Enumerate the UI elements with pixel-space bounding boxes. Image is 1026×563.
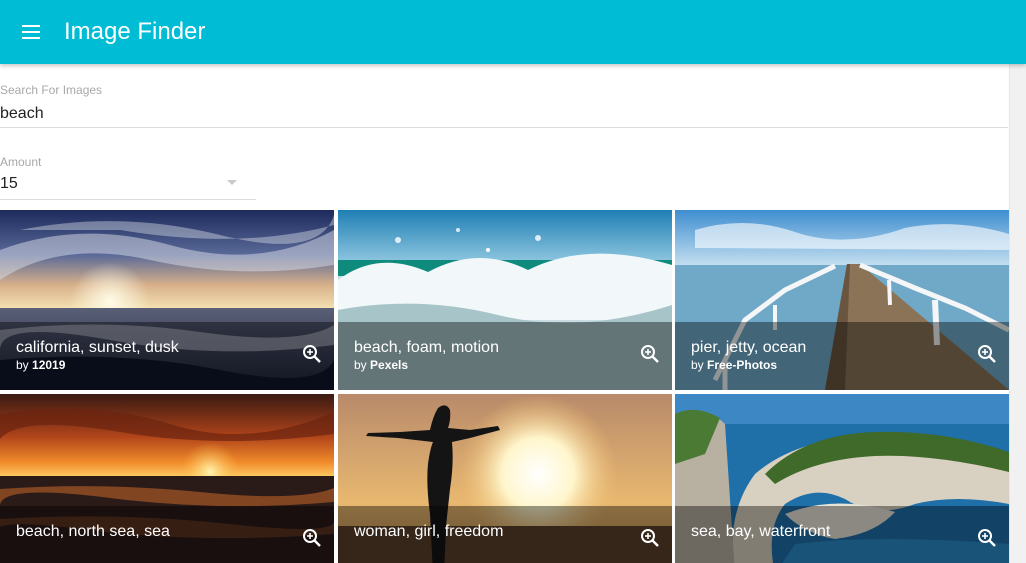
main-content: Search For Images Amount 15: [0, 64, 1026, 563]
image-tile[interactable]: beach, north sea, sea: [0, 394, 334, 563]
tile-tags: beach, foam, motion: [354, 339, 499, 356]
tile-info-bar: beach, foam, motion by Pexels: [338, 322, 672, 390]
tile-author: by Pexels: [354, 358, 409, 372]
tile-info-bar: california, sunset, dusk by 12019: [0, 322, 334, 390]
tile-info-bar: woman, girl, freedom: [338, 506, 672, 563]
image-tile[interactable]: california, sunset, dusk by 12019: [0, 210, 334, 390]
app-title: Image Finder: [64, 18, 206, 45]
tile-info-bar: pier, jetty, ocean by Free-Photos: [675, 322, 1009, 390]
search-input[interactable]: [0, 103, 1000, 125]
tile-tags: pier, jetty, ocean: [691, 339, 807, 356]
tile-tags: california, sunset, dusk: [16, 339, 179, 356]
menu-button[interactable]: [12, 14, 52, 50]
tile-author: by Free-Photos: [691, 358, 778, 372]
search-label: Search For Images: [0, 83, 103, 97]
amount-label: Amount: [0, 155, 42, 169]
tile-tags: beach, north sea, sea: [16, 523, 170, 540]
tile-info-bar: beach, north sea, sea: [0, 506, 334, 563]
app-bar: Image Finder: [0, 0, 1026, 64]
zoom-in-icon[interactable]: [638, 526, 662, 550]
zoom-in-icon[interactable]: [300, 342, 324, 366]
image-tile[interactable]: sea, bay, waterfront: [675, 394, 1009, 563]
search-field: Search For Images: [0, 81, 1008, 128]
amount-value: 15: [0, 175, 18, 192]
amount-select[interactable]: Amount 15: [0, 153, 256, 200]
dropdown-arrow-icon[interactable]: [227, 180, 237, 185]
zoom-in-icon[interactable]: [975, 342, 999, 366]
scrollbar[interactable]: [1009, 64, 1026, 563]
zoom-in-icon[interactable]: [300, 526, 324, 550]
menu-icon: [22, 25, 40, 27]
zoom-in-icon[interactable]: [638, 342, 662, 366]
tile-tags: woman, girl, freedom: [354, 523, 504, 540]
tile-author: by 12019: [16, 358, 66, 372]
zoom-in-icon[interactable]: [975, 526, 999, 550]
image-tile[interactable]: pier, jetty, ocean by Free-Photos: [675, 210, 1009, 390]
tile-tags: sea, bay, waterfront: [691, 523, 831, 540]
image-tile[interactable]: woman, girl, freedom: [338, 394, 672, 563]
tile-info-bar: sea, bay, waterfront: [675, 506, 1009, 563]
image-tile[interactable]: beach, foam, motion by Pexels: [338, 210, 672, 390]
